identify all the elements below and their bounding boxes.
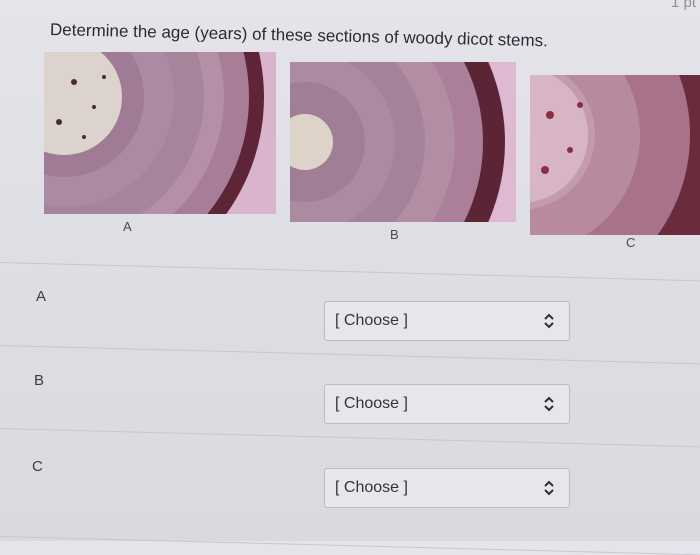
row-divider [0, 428, 700, 448]
age-select-a-value: [ Choose ] [335, 312, 408, 329]
age-select-c-value: [ Choose ] [335, 479, 408, 496]
age-select-a[interactable]: [ Choose ] [324, 301, 570, 341]
age-select-c[interactable]: [ Choose ] [324, 468, 570, 508]
row-label-c: C [32, 458, 43, 475]
updown-chevron-icon [544, 396, 554, 412]
micrograph-b [290, 62, 516, 222]
micrograph-c-label: C [626, 235, 636, 250]
micrograph-c-image [530, 75, 700, 235]
updown-chevron-icon [544, 480, 554, 496]
micrograph-a [44, 52, 276, 214]
age-select-b[interactable]: [ Choose ] [324, 384, 570, 424]
age-select-b-value: [ Choose ] [335, 395, 408, 412]
micrograph-b-image [290, 62, 516, 222]
micrograph-b-label: B [390, 227, 399, 242]
question-text: Determine the age (years) of these secti… [49, 20, 549, 51]
row-label-b: B [34, 372, 45, 389]
row-divider [0, 536, 700, 555]
updown-chevron-icon [544, 313, 554, 329]
row-divider [0, 262, 700, 282]
row-label-a: A [36, 288, 47, 305]
row-divider [0, 345, 700, 365]
micrograph-a-image [44, 52, 276, 214]
points-label: 1 pt [670, 0, 696, 11]
micrograph-a-label: A [123, 219, 132, 234]
micrograph-c [530, 75, 700, 235]
